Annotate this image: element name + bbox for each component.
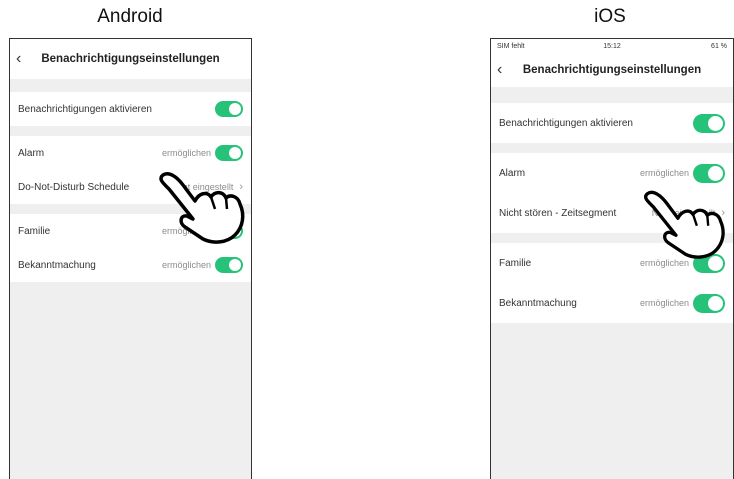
setting-label: Bekanntmachung [499,297,577,309]
setting-row-announcement[interactable]: Bekanntmachung ermöglichen [10,248,251,282]
toggle-switch[interactable] [693,163,725,183]
clock-text: 15:12 [603,42,621,50]
battery-text: 61 % [711,42,728,50]
setting-label: Familie [18,225,51,237]
toggle-switch[interactable] [215,145,243,161]
setting-row-do-not-disturb[interactable]: Nicht stören - Zeitsegment Nicht eingest… [491,193,733,233]
android-nav-bar: ‹ Benachrichtigungseinstellungen [10,39,251,79]
back-chevron-icon[interactable]: ‹ [497,61,517,79]
carrier-text: SIM fehlt [497,42,525,50]
toggle-switch[interactable] [693,113,725,133]
setting-value: ermöglichen [639,258,689,268]
setting-label: Do-Not-Disturb Schedule [18,181,130,193]
page-title: Benachrichtigungseinstellungen [41,53,220,65]
setting-label: Nicht stören - Zeitsegment [499,207,617,219]
status-bar: SIM fehlt 15:12 61 % [491,39,733,53]
chevron-right-icon: › [239,181,243,193]
setting-label: Alarm [499,167,526,179]
setting-row-enable-notifications[interactable]: Benachrichtigungen aktivieren [491,103,733,143]
setting-label: Alarm [18,147,45,159]
setting-value: ermöglichen [161,260,211,270]
ios-nav-bar: ‹ Benachrichtigungseinstellungen [491,53,733,87]
setting-row-alarm[interactable]: Alarm ermöglichen [491,153,733,193]
setting-row-enable-notifications[interactable]: Benachrichtigungen aktivieren [10,92,251,126]
toggle-switch[interactable] [693,293,725,313]
toggle-switch[interactable] [215,223,243,239]
setting-row-family[interactable]: Familie ermöglichen [491,243,733,283]
page-title: Benachrichtigungseinstellungen [522,64,702,76]
setting-value: Nicht eingestellt [651,208,716,218]
toggle-switch[interactable] [215,257,243,273]
back-chevron-icon[interactable]: ‹ [16,50,36,68]
setting-row-do-not-disturb[interactable]: Do-Not-Disturb Schedule Nicht eingestell… [10,170,251,204]
setting-label: Benachrichtigungen aktivieren [499,117,633,129]
setting-value: ermöglichen [639,298,689,308]
setting-label: Familie [499,257,532,269]
setting-label: Bekanntmachung [18,259,96,271]
toggle-switch[interactable] [215,101,243,117]
setting-label: Benachrichtigungen aktivieren [18,103,152,115]
setting-row-announcement[interactable]: Bekanntmachung ermöglichen [491,283,733,323]
setting-value: ermöglichen [161,226,211,236]
setting-value: ermöglichen [161,148,211,158]
toggle-switch[interactable] [693,253,725,273]
setting-row-family[interactable]: Familie ermöglichen [10,214,251,248]
android-phone-screen: ‹ Benachrichtigungseinstellungen Benachr… [9,38,252,479]
setting-row-alarm[interactable]: Alarm ermöglichen [10,136,251,170]
ios-phone-screen: SIM fehlt 15:12 61 % ‹ Benachrichtigungs… [490,38,734,479]
ios-platform-label: iOS [594,6,626,27]
setting-value: ermöglichen [639,168,689,178]
setting-value: Nicht eingestellt [169,182,234,192]
android-platform-label: Android [97,6,163,27]
chevron-right-icon: › [721,207,725,219]
